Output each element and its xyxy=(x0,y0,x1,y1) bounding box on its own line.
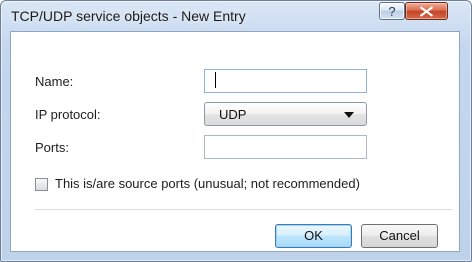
name-field[interactable] xyxy=(204,69,367,93)
ok-button[interactable]: OK xyxy=(275,224,352,248)
ports-field[interactable] xyxy=(204,135,367,159)
cancel-button[interactable]: Cancel xyxy=(361,224,438,248)
ip-protocol-select[interactable]: UDP xyxy=(204,102,367,126)
dialog-window: TCP/UDP service objects - New Entry ? Na… xyxy=(0,0,472,262)
ports-label: Ports: xyxy=(35,140,69,155)
text-cursor xyxy=(215,72,216,88)
question-mark-icon: ? xyxy=(388,4,395,19)
window-title: TCP/UDP service objects - New Entry xyxy=(11,8,246,24)
divider xyxy=(35,209,452,210)
cancel-button-label: Cancel xyxy=(379,228,420,243)
help-button[interactable]: ? xyxy=(379,2,405,20)
chevron-down-icon xyxy=(344,112,354,118)
title-bar[interactable]: TCP/UDP service objects - New Entry ? xyxy=(1,1,471,30)
close-button[interactable] xyxy=(405,2,448,20)
dialog-content: Name: IP protocol: UDP Ports: This is/ar… xyxy=(10,31,460,252)
ok-button-label: OK xyxy=(304,228,323,243)
source-ports-label[interactable]: This is/are source ports (unusual; not r… xyxy=(55,176,360,191)
close-icon xyxy=(420,6,433,17)
ip-protocol-selected-value: UDP xyxy=(219,107,247,122)
ip-protocol-label: IP protocol: xyxy=(35,107,101,122)
source-ports-checkbox[interactable] xyxy=(35,178,48,191)
svg-text:?: ? xyxy=(388,4,395,19)
name-label: Name: xyxy=(35,74,74,89)
